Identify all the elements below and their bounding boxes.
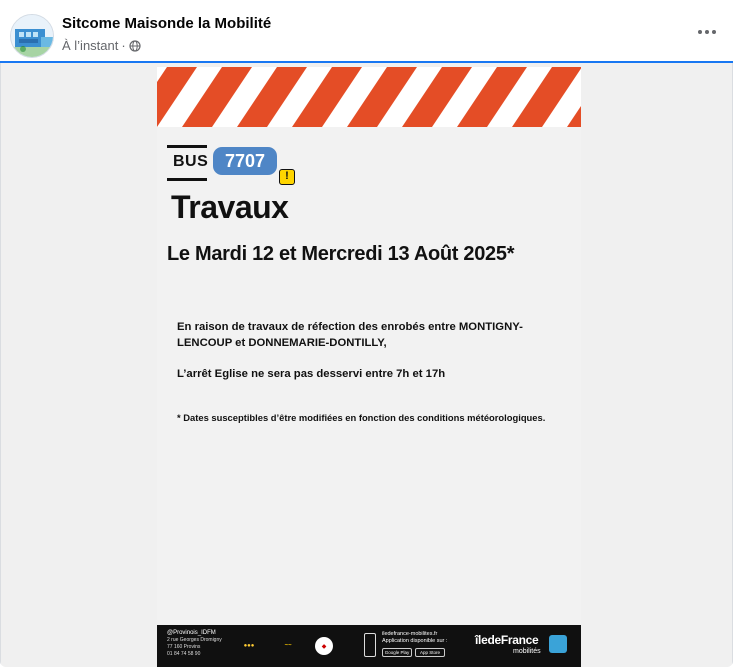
poster-footer: @Provinois_IDFM 2 rue Georges Dromigny 7… xyxy=(157,625,581,667)
more-options-button[interactable] xyxy=(695,18,719,46)
more-dot xyxy=(712,30,716,34)
globe-icon[interactable] xyxy=(129,39,141,52)
post-header: Sitcome Maisonde la Mobilité À l’instant… xyxy=(0,0,733,63)
poster-date: Le Mardi 12 et Mercredi 13 Août 2025* xyxy=(167,243,515,265)
idf-mobilites-sub: mobilités xyxy=(513,648,541,655)
bus-line-block: BUS 7707 ! xyxy=(167,143,307,187)
poster-paragraph-1: En raison de travaux de réfection des en… xyxy=(177,321,523,349)
poster-title: Travaux xyxy=(171,189,289,225)
address-line-2: 77 160 Provins xyxy=(167,644,201,650)
footer-app-text: Application disponible sur : xyxy=(382,638,448,644)
line-number-badge: 7707 xyxy=(213,147,277,175)
more-dot xyxy=(705,30,709,34)
provinois-logo: ●●● xyxy=(243,643,255,649)
page-avatar[interactable] xyxy=(10,14,54,58)
twitter-handle: @Provinois_IDFM xyxy=(167,630,216,636)
app-store-badge: App Store xyxy=(415,648,445,657)
meta-separator: · xyxy=(121,38,126,53)
bus-rule-top xyxy=(167,145,207,148)
idf-mobilites-icon xyxy=(549,635,567,653)
facebook-post-card: Sitcome Maisonde la Mobilité À l’instant… xyxy=(0,0,733,667)
page-name[interactable]: Sitcome Maisonde la Mobilité xyxy=(62,15,271,32)
avatar-image xyxy=(11,15,53,57)
transdev-logo: ~~ xyxy=(284,643,292,649)
post-image[interactable]: BUS 7707 ! Travaux Le Mardi 12 et Mercre… xyxy=(0,63,733,667)
footer-contact: @Provinois_IDFM 2 rue Georges Dromigny 7… xyxy=(167,630,222,658)
warning-icon: ! xyxy=(279,169,295,185)
store-badges: Google Play App Store xyxy=(382,648,447,657)
footer-app-info: iledefrance-mobilites.fr Application dis… xyxy=(382,631,447,657)
address-line-1: 2 rue Georges Dromigny xyxy=(167,637,222,643)
footer-phone: 01 84 74 58 90 xyxy=(167,651,201,657)
more-horizontal-icon xyxy=(698,30,702,34)
idf-mobilites-brand: îledeFrance xyxy=(475,633,539,647)
poster-paragraph-2: L’arrêt Eglise ne sera pas desservi entr… xyxy=(177,368,446,380)
bus-rule-bottom xyxy=(167,178,207,181)
google-play-badge: Google Play xyxy=(382,648,412,657)
footer-website: iledefrance-mobilites.fr xyxy=(382,631,438,637)
post-timestamp[interactable]: À l’instant xyxy=(62,38,118,53)
post-meta: À l’instant · xyxy=(62,38,141,53)
poster-footnote: * Dates susceptibles d’être modifiées en… xyxy=(177,412,546,423)
bus-label: BUS xyxy=(173,153,209,170)
travaux-poster: BUS 7707 ! Travaux Le Mardi 12 et Mercre… xyxy=(157,67,581,667)
phone-icon xyxy=(364,633,376,657)
hazard-stripes xyxy=(157,67,581,127)
partner-logo: ◆ xyxy=(315,637,333,655)
